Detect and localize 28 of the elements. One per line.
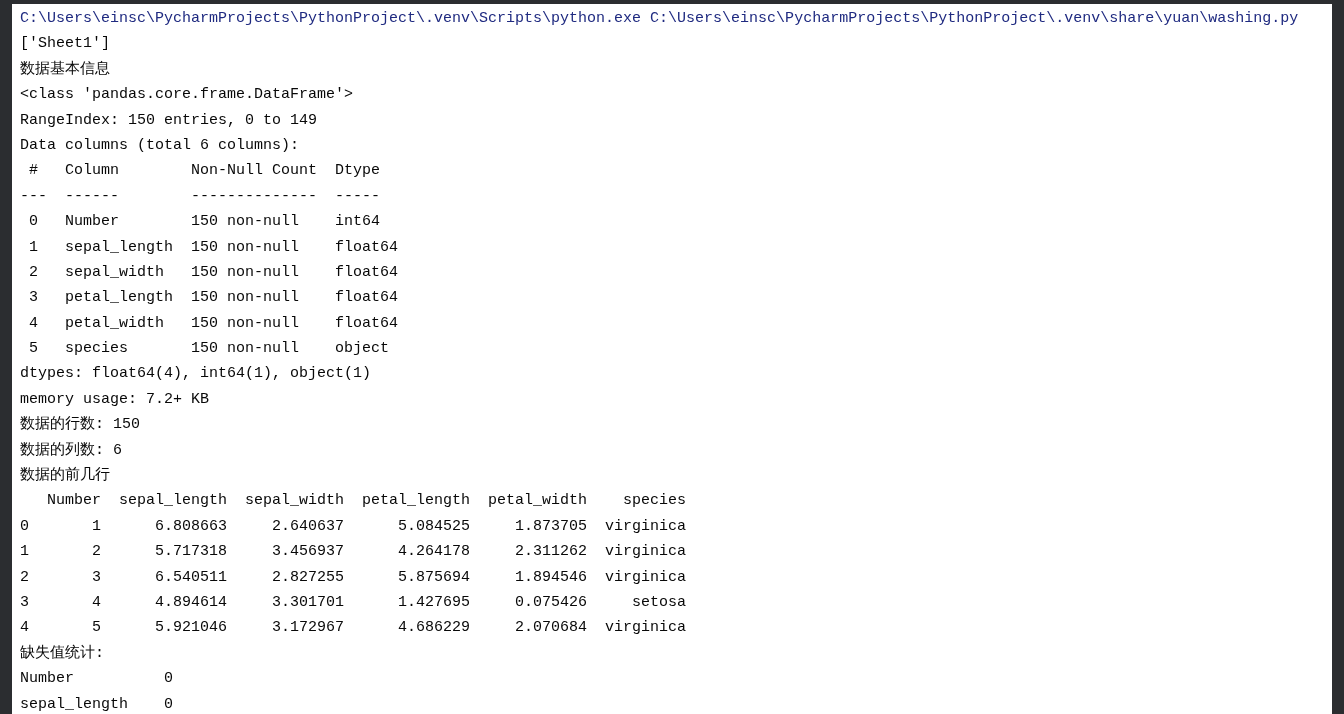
- output-line: 1 sepal_length 150 non-null float64: [28, 238, 399, 257]
- output-line: <class 'pandas.core.frame.DataFrame'>: [20, 86, 354, 105]
- output-line: 2 3 6.540511 2.827255 5.875694 1.894546 virginica: [20, 568, 687, 587]
- output-line: # Column Non-Null Count Dtype: [28, 162, 381, 181]
- output-line: 数据的行数: 150: [20, 416, 140, 435]
- output-line: 2 sepal_width 150 non-null float64: [28, 263, 399, 282]
- output-line: 5 species 150 non-null object: [28, 340, 390, 359]
- output-line: 数据的列数: 6: [20, 441, 122, 460]
- output-line: memory usage: 7.2+ KB: [20, 390, 210, 409]
- output-line: ['Sheet1']: [20, 35, 110, 54]
- output-line: 3 petal_length 150 non-null float64: [28, 289, 399, 308]
- output-line: dtypes: float64(4), int64(1), object(1): [20, 365, 372, 384]
- output-line: 3 4 4.894614 3.301701 1.427695 0.075426 setosa: [20, 594, 687, 612]
- command-line: C:\Users\einsc\PycharmProjects\PythonProject\.venv\Scripts\python.exe C:\Users\einsc\PycharmProjects\PythonProject\.venv\share\yuan\washing.py: [20, 10, 1299, 28]
- output-line: 1 2 5.717318 3.456937 4.264178 2.311262 virginica: [20, 543, 687, 562]
- output-line: 4 petal_width 150 non-null float64: [28, 314, 399, 333]
- output-line: 0 1 6.808663 2.640637 5.084525 1.873705 virginica: [20, 517, 687, 536]
- output-line: 4 5 5.921046 3.172967 4.686229 2.070684 virginica: [20, 619, 687, 638]
- output-line: 数据基本信息: [20, 60, 110, 79]
- output-line: 缺失值统计:: [20, 644, 104, 663]
- output-line: Data columns (total 6 columns):: [20, 136, 300, 155]
- output-line: 数据的前几行: [20, 467, 110, 486]
- output-line: --- ------ -------------- -----: [20, 187, 381, 206]
- output-line: Number 0: [20, 670, 174, 689]
- output-line: sepal_length 0: [20, 695, 174, 714]
- output-line: RangeIndex: 150 entries, 0 to 149: [20, 111, 318, 130]
- output-line: Number sepal_length sepal_width petal_length petal_width species: [46, 492, 687, 511]
- output-line: 0 Number 150 non-null int64: [28, 213, 381, 232]
